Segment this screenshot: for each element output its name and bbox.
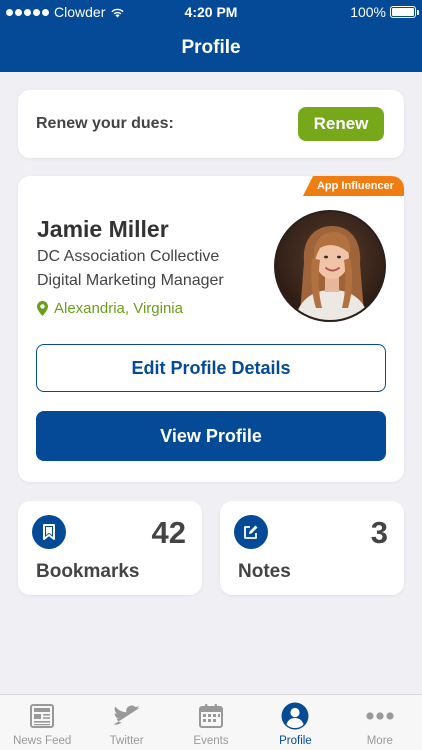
tab-label-news-feed: News Feed <box>13 735 72 747</box>
app-influencer-badge: App Influencer <box>302 176 404 196</box>
location-pin-icon <box>37 301 48 316</box>
more-dots-icon <box>365 701 395 731</box>
profile-location: Alexandria, Virginia <box>37 300 183 317</box>
newspaper-icon <box>27 701 57 731</box>
twitter-bird-icon <box>112 701 142 731</box>
bookmarks-count: 42 <box>151 515 186 550</box>
app-header: Clowder 4:20 PM 100% Profile <box>0 0 422 72</box>
tab-twitter[interactable]: Twitter <box>84 695 168 750</box>
tab-profile[interactable]: Profile <box>253 695 337 750</box>
view-profile-button[interactable]: View Profile <box>36 411 386 461</box>
battery-percentage: 100% <box>350 4 386 20</box>
user-circle-icon <box>280 701 310 731</box>
profile-job-title: Digital Marketing Manager <box>37 272 224 289</box>
page-title: Profile <box>181 37 241 58</box>
bookmarks-card[interactable]: 42 Bookmarks <box>18 501 202 595</box>
renew-dues-card: Renew your dues: Renew <box>18 90 404 158</box>
notes-label: Notes <box>238 561 291 582</box>
status-right: 100% <box>350 4 419 20</box>
profile-card: App Influencer Jamie Miller DC Associati… <box>18 176 404 482</box>
notes-card[interactable]: 3 Notes <box>220 501 404 595</box>
tab-label-profile: Profile <box>279 735 312 747</box>
battery-icon <box>390 6 419 18</box>
edit-note-icon <box>234 515 268 549</box>
renew-dues-label: Renew your dues: <box>36 115 174 132</box>
status-bar: Clowder 4:20 PM 100% <box>0 0 422 24</box>
tab-label-more: More <box>366 735 393 747</box>
tab-events[interactable]: Events <box>169 695 253 750</box>
profile-name: Jamie Miller <box>37 216 169 242</box>
profile-organization: DC Association Collective <box>37 248 220 265</box>
renew-button[interactable]: Renew <box>298 107 384 141</box>
bookmark-icon <box>32 515 66 549</box>
bookmarks-label: Bookmarks <box>36 561 140 582</box>
notes-count: 3 <box>370 515 388 550</box>
tab-label-events: Events <box>193 735 229 747</box>
tab-more[interactable]: More <box>338 695 422 750</box>
location-text: Alexandria, Virginia <box>54 300 183 317</box>
avatar-portrait <box>276 212 384 320</box>
edit-profile-details-button[interactable]: Edit Profile Details <box>36 344 386 392</box>
tab-label-twitter: Twitter <box>109 735 144 747</box>
tab-bar: News Feed Twitter Events Profile More <box>0 694 422 750</box>
tab-news-feed[interactable]: News Feed <box>0 695 84 750</box>
calendar-icon <box>196 701 226 731</box>
avatar[interactable] <box>274 210 386 322</box>
